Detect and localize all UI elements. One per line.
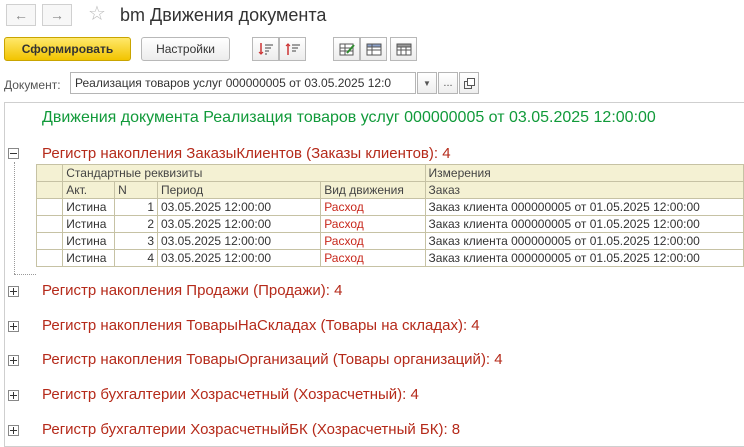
sort-ascending-button[interactable] [252,37,279,61]
document-field[interactable]: Реализация товаров услуг 000000005 от 03… [70,72,416,94]
section-title-tovary-na-skladah: Регистр накопления ТоварыНаСкладах (Това… [42,317,480,334]
arrow-right-icon: → [50,7,64,23]
document-open-button[interactable] [459,72,479,94]
movements-table: Стандартные реквизиты Измерения Акт. N П… [35,164,744,267]
section-title-hozraschetnyy-bk: Регистр бухгалтерии ХозрасчетныйБК (Хозр… [42,421,461,438]
edit-report-button[interactable] [333,37,360,61]
cell-movement-type: Расход [320,198,426,216]
table-row: Истина 2 03.05.2025 12:00:00 Расход Зака… [35,215,744,233]
cell-period: 03.05.2025 12:00:00 [156,198,322,216]
cell-n: 4 [114,249,158,267]
open-link-icon [463,77,475,89]
cell-n: 3 [114,232,158,250]
tree-connector [14,274,36,275]
section-title-prodazhi: Регистр накопления Продажи (Продажи): 4 [42,282,343,299]
report-title: Движения документа Реализация товаров ус… [42,109,656,126]
column-header-order: Заказ [424,181,744,199]
cell-active: Истина [62,232,116,250]
section-title-zakazy-klientov: Регистр накопления ЗаказыКлиентов (Заказ… [42,145,451,162]
tree-connector [14,162,15,274]
section-expand-toggle[interactable] [8,321,19,332]
cell-active: Истина [62,215,116,233]
settings-button[interactable]: Настройки [141,37,230,61]
table-view-button[interactable] [360,37,387,61]
section-expand-toggle[interactable] [8,355,19,366]
sort-ascending-icon [258,43,273,55]
table-group-header-row: Стандартные реквизиты Измерения [35,164,744,182]
group-header-dimensions: Измерения [424,164,744,182]
grid-view-button[interactable] [390,37,417,61]
column-header-period: Период [156,181,322,199]
cell-movement-type: Расход [320,215,426,233]
window-title: bm Движения документа [120,5,327,25]
cell-active: Истина [62,198,116,216]
cell-period: 03.05.2025 12:00:00 [156,232,322,250]
forward-button[interactable]: → [42,4,72,26]
table-row: Истина 1 03.05.2025 12:00:00 Расход Зака… [35,198,744,216]
back-button[interactable]: ← [6,4,36,26]
cell-movement-type: Расход [320,249,426,267]
grid-icon [396,43,411,56]
cell-n: 2 [114,215,158,233]
arrow-left-icon: ← [14,7,28,23]
section-title-hozraschetnyy: Регистр бухгалтерии Хозрасчетный (Хозрас… [42,386,419,403]
cell-order: Заказ клиента 000000005 от 01.05.2025 12… [424,232,744,250]
section-title-tovary-organizaciy: Регистр накопления ТоварыОрганизаций (То… [42,351,503,368]
section-collapse-toggle[interactable] [8,148,19,159]
cell-order: Заказ клиента 000000005 от 01.05.2025 12… [424,198,744,216]
dropdown-arrow-icon: ▼ [423,78,431,88]
cell-order: Заказ клиента 000000005 от 01.05.2025 12… [424,249,744,267]
star-icon[interactable]: ☆ [88,3,106,25]
table-icon [366,43,381,56]
section-expand-toggle[interactable] [8,425,19,436]
cell-period: 03.05.2025 12:00:00 [156,215,322,233]
table-row: Истина 3 03.05.2025 12:00:00 Расход Зака… [35,232,744,250]
cell-active: Истина [62,249,116,267]
section-expand-toggle[interactable] [8,286,19,297]
document-dropdown-button[interactable]: ▼ [417,72,437,94]
table-row: Истина 4 03.05.2025 12:00:00 Расход Зака… [35,249,744,267]
group-header-standard: Стандартные реквизиты [62,164,426,182]
cell-period: 03.05.2025 12:00:00 [156,249,322,267]
document-select-button[interactable]: ... [438,72,458,94]
sort-descending-button[interactable] [279,37,306,61]
sort-descending-icon [285,43,300,55]
generate-button[interactable]: Сформировать [4,37,131,61]
cell-order: Заказ клиента 000000005 от 01.05.2025 12… [424,215,744,233]
column-header-active: Акт. [62,181,116,199]
cell-n: 1 [114,198,158,216]
section-expand-toggle[interactable] [8,390,19,401]
table-header-row: Акт. N Период Вид движения Заказ [35,181,744,199]
document-label: Документ: [4,78,61,92]
edit-table-icon [339,43,355,56]
column-header-n: N [114,181,158,199]
cell-movement-type: Расход [320,232,426,250]
column-header-movement-type: Вид движения [320,181,426,199]
